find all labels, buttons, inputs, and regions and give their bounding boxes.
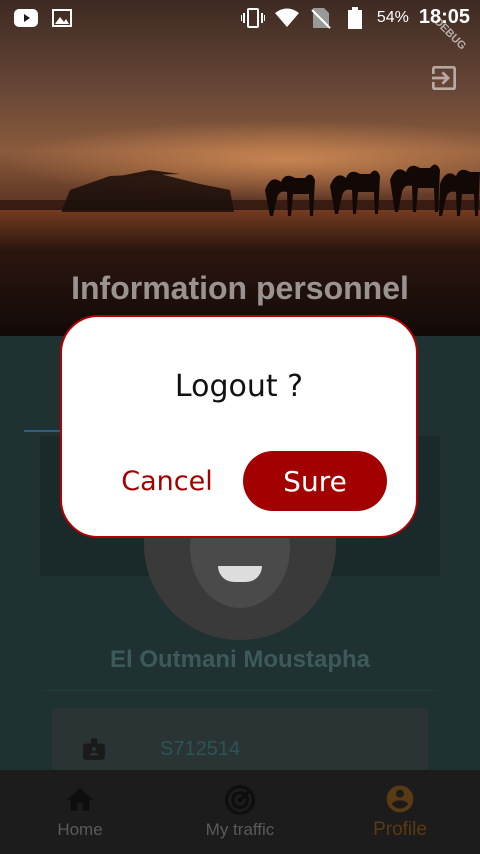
logout-dialog: Logout ? Cancel Sure	[60, 315, 418, 538]
wifi-icon	[274, 8, 299, 28]
status-bar: 54% 18:05	[0, 0, 480, 36]
battery-icon	[343, 6, 367, 29]
sure-button[interactable]: Sure	[243, 451, 387, 511]
youtube-icon	[14, 8, 38, 28]
gallery-icon	[50, 8, 74, 28]
cancel-button[interactable]: Cancel	[102, 451, 232, 511]
battery-percent: 54%	[376, 8, 409, 26]
no-sim-icon	[309, 7, 333, 29]
vibrate-icon	[240, 7, 265, 28]
clock: 18:05	[418, 6, 470, 28]
dialog-title: Logout ?	[174, 369, 304, 404]
